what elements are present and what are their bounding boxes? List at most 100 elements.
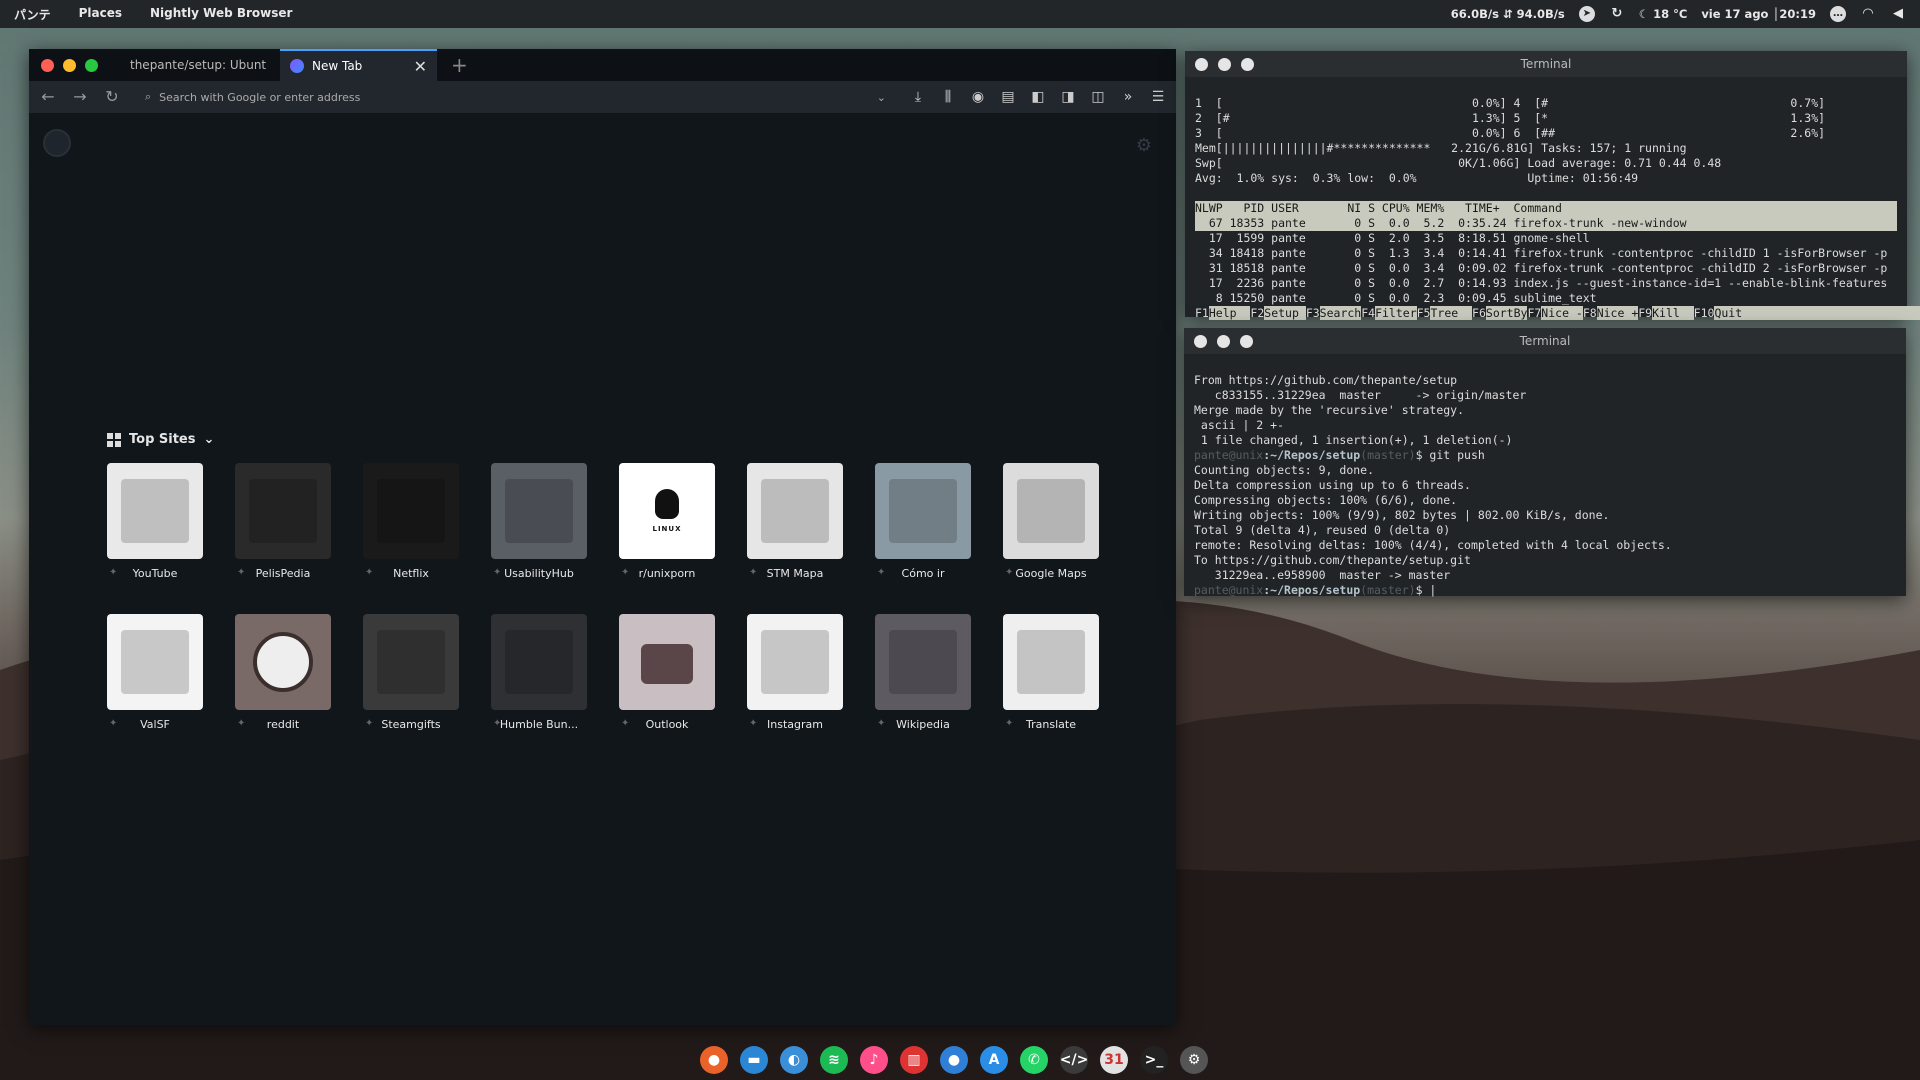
volume-icon[interactable]: ◀ — [1890, 6, 1906, 22]
process-row[interactable]: 17 1599 pante 0 S 2.0 3.5 8:18.51 gnome-… — [1195, 231, 1897, 246]
spotify-icon[interactable]: ≋ — [820, 1046, 848, 1074]
wifi-icon[interactable]: ◠ — [1860, 6, 1876, 22]
top-site-tile[interactable]: ✦ Instagram — [747, 614, 843, 731]
process-row[interactable]: 34 18418 pante 0 S 1.3 3.4 0:14.41 firef… — [1195, 246, 1897, 261]
prompt-line[interactable]: pante@unix:~/Repos/setup(master)$ | — [1194, 583, 1896, 598]
process-row[interactable]: 31 18518 pante 0 S 0.0 3.4 0:09.02 firef… — [1195, 261, 1897, 276]
firefox-icon[interactable]: ● — [700, 1046, 728, 1074]
fkey-label[interactable]: Nice + — [1596, 306, 1639, 320]
top-site-tile[interactable]: ✦ UsabilityHub — [491, 463, 587, 580]
process-row[interactable]: 17 2236 pante 0 S 0.0 2.7 0:14.93 index.… — [1195, 276, 1897, 291]
reload-icon[interactable]: ↻ — [101, 86, 123, 108]
telegram-icon[interactable]: ➤ — [1578, 6, 1595, 22]
top-site-tile[interactable]: ✦ Netflix — [363, 463, 459, 580]
library-icon[interactable]: ⫼ — [938, 89, 958, 105]
top-site-tile[interactable]: ✦ Translate — [1003, 614, 1099, 731]
fkey-number[interactable]: F9 — [1638, 306, 1652, 320]
fkey-label[interactable]: Setup — [1264, 306, 1306, 320]
code-editor-icon[interactable]: </> — [1060, 1046, 1088, 1074]
fkey-number[interactable]: F6 — [1472, 306, 1486, 320]
fkey-label[interactable]: Nice - — [1541, 306, 1583, 320]
translate-icon[interactable]: ◧ — [1028, 89, 1048, 105]
maximize-window-button[interactable] — [1240, 334, 1253, 348]
close-window-button[interactable] — [41, 58, 54, 72]
shield-icon[interactable]: ◉ — [968, 89, 988, 105]
maximize-window-button[interactable] — [1241, 57, 1254, 71]
refresh-icon[interactable]: ↻ — [1609, 6, 1625, 22]
fkey-label[interactable]: Quit — [1714, 306, 1920, 320]
activities-button[interactable]: パンテ — [14, 6, 51, 23]
music-icon[interactable]: ♪ — [860, 1046, 888, 1074]
sidebar-icon[interactable]: ◫ — [1088, 89, 1108, 105]
minimize-window-button[interactable] — [1217, 334, 1230, 348]
top-site-tile[interactable]: ✦ Outlook — [619, 614, 715, 731]
fkey-label[interactable]: Filter — [1375, 306, 1417, 320]
close-window-button[interactable] — [1195, 57, 1208, 71]
fkey-number[interactable]: F7 — [1527, 306, 1541, 320]
top-site-tile[interactable]: ✦ Cómo ir — [875, 463, 971, 580]
tab-new-tab[interactable]: New Tab ✕ — [280, 49, 437, 81]
tab-github[interactable]: thepante/setup: Ubunt — [120, 49, 280, 81]
top-site-tile[interactable]: ✦ STM Mapa — [747, 463, 843, 580]
top-site-tile[interactable]: ✦ PelisPedia — [235, 463, 331, 580]
overflow-icon[interactable]: » — [1118, 89, 1138, 105]
fkey-number[interactable]: F5 — [1417, 306, 1431, 320]
process-row[interactable]: 67 18353 pante 0 S 0.0 5.2 0:35.24 firef… — [1195, 216, 1897, 231]
site-thumbnail — [363, 463, 459, 559]
settings-icon[interactable]: ⚙ — [1180, 1046, 1208, 1074]
terminal-icon[interactable]: >_ — [1140, 1046, 1168, 1074]
firefox-nightly-icon[interactable]: ● — [940, 1046, 968, 1074]
fkey-number[interactable]: F10 — [1694, 306, 1715, 320]
forward-icon[interactable]: → — [69, 86, 91, 108]
fkey-label[interactable]: SortBy — [1485, 306, 1528, 320]
files-icon[interactable]: ▬ — [740, 1046, 768, 1074]
places-menu[interactable]: Places — [79, 6, 122, 23]
fkey-label[interactable]: Search — [1319, 306, 1362, 320]
top-site-tile[interactable]: ✦ YouTube — [107, 463, 203, 580]
output-block: Counting objects: 9, done. Delta compress… — [1194, 463, 1896, 583]
top-site-tile[interactable]: ✦ Google Maps — [1003, 463, 1099, 580]
close-tab-icon[interactable]: ✕ — [414, 57, 427, 76]
fkey-number[interactable]: F3 — [1306, 306, 1320, 320]
url-bar[interactable]: ⌕ Search with Google or enter address ⌄ — [139, 85, 892, 109]
top-site-tile[interactable]: ✦ Humble Bun... — [491, 614, 587, 731]
gear-icon[interactable]: ⚙ — [1136, 135, 1152, 156]
app-a-icon[interactable]: A — [980, 1046, 1008, 1074]
terminal-output[interactable]: From https://github.com/thepante/setup c… — [1184, 354, 1906, 632]
chat-icon[interactable]: … — [1830, 6, 1846, 22]
top-sites-header[interactable]: Top Sites ⌄ — [107, 432, 214, 447]
top-site-tile[interactable]: ✦ Steamgifts — [363, 614, 459, 731]
privacy-icon[interactable]: ◨ — [1058, 89, 1078, 105]
maximize-window-button[interactable] — [85, 58, 98, 72]
top-site-tile[interactable]: ✦ ValSF — [107, 614, 203, 731]
top-site-tile[interactable]: LINUX ✦ r/unixporn — [619, 463, 715, 580]
fkey-number[interactable]: F1 — [1195, 306, 1209, 320]
fkey-number[interactable]: F8 — [1583, 306, 1597, 320]
chevron-down-icon[interactable]: ⌄ — [877, 91, 886, 104]
fkey-label[interactable]: Tree — [1430, 306, 1473, 320]
browser-icon[interactable]: ◐ — [780, 1046, 808, 1074]
reader-icon[interactable]: ▤ — [998, 89, 1018, 105]
htop-output[interactable]: 1 [ 0.0%] 4 [# 0.7%] 2 [# 1.3%] 5 [* 1.3%… — [1185, 77, 1920, 355]
minimize-window-button[interactable] — [63, 58, 76, 72]
url-input[interactable]: Search with Google or enter address — [159, 91, 869, 104]
top-site-tile[interactable]: ✦ Wikipedia — [875, 614, 971, 731]
calendar-icon[interactable]: 31 — [1100, 1046, 1128, 1074]
back-icon[interactable]: ← — [37, 86, 59, 108]
app-menu[interactable]: Nightly Web Browser — [150, 6, 292, 23]
weather-widget[interactable]: ☾ 18 °C — [1639, 7, 1688, 21]
process-row[interactable]: 8 15250 pante 0 S 0.0 2.3 0:09.45 sublim… — [1195, 291, 1897, 306]
download-icon[interactable]: ⤓ — [908, 89, 928, 105]
menu-icon[interactable]: ☰ — [1148, 89, 1168, 105]
top-site-tile[interactable]: ✦ reddit — [235, 614, 331, 731]
minimize-window-button[interactable] — [1218, 57, 1231, 71]
close-window-button[interactable] — [1194, 334, 1207, 348]
fkey-number[interactable]: F2 — [1250, 306, 1264, 320]
new-tab-button[interactable]: + — [451, 53, 468, 77]
fkey-number[interactable]: F4 — [1361, 306, 1375, 320]
fkey-label[interactable]: Help — [1208, 306, 1251, 320]
fkey-label[interactable]: Kill — [1652, 306, 1694, 320]
clock[interactable]: vie 17 ago │20:19 — [1701, 7, 1816, 21]
popcorn-icon[interactable]: ▥ — [900, 1046, 928, 1074]
whatsapp-icon[interactable]: ✆ — [1020, 1046, 1048, 1074]
